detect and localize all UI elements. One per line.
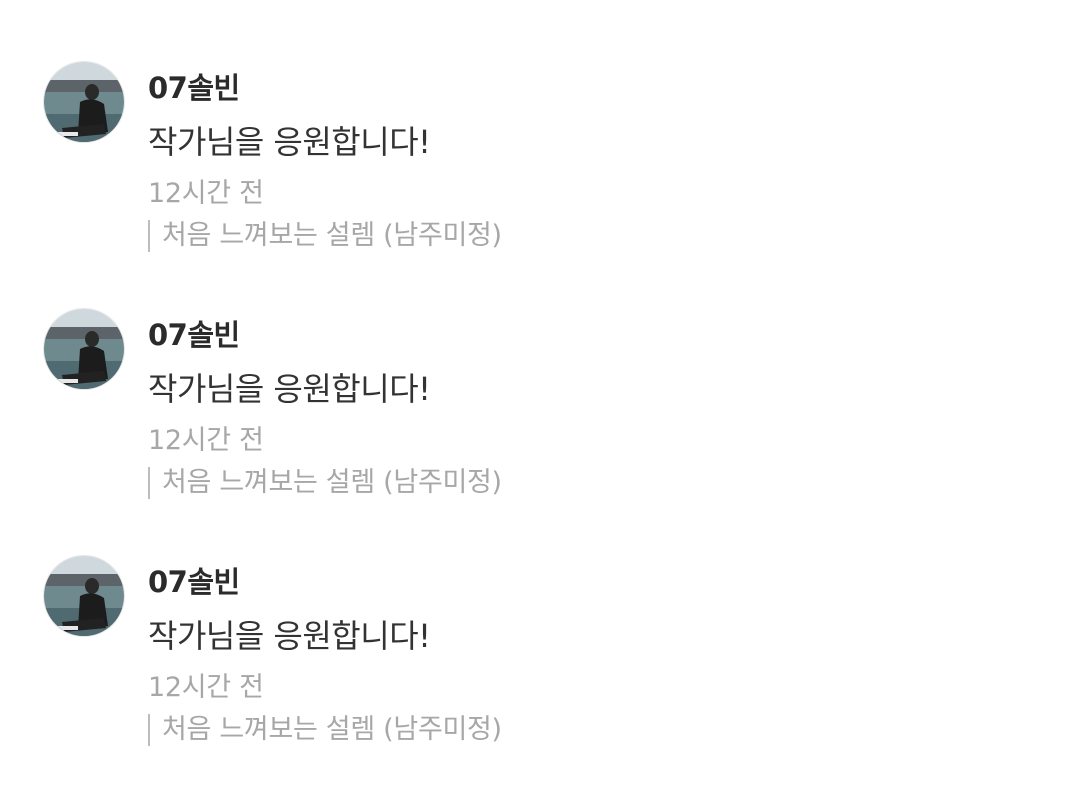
- comment-list: 07솔빈 작가님을 응원합니다! 12시간 전 처음 느껴보는 설렘 (남주미정…: [0, 0, 1080, 789]
- comment-item: 07솔빈 작가님을 응원합니다! 12시간 전 처음 느껴보는 설렘 (남주미정…: [0, 309, 1080, 549]
- user-photo-avatar-icon: [44, 309, 124, 389]
- comment-item: 07솔빈 작가님을 응원합니다! 12시간 전 처음 느껴보는 설렘 (남주미정…: [0, 62, 1080, 302]
- avatar[interactable]: [44, 309, 124, 389]
- comment-author[interactable]: 07솔빈: [148, 315, 240, 355]
- comment-source-link[interactable]: 처음 느껴보는 설렘 (남주미정): [148, 712, 502, 748]
- comment-text: 작가님을 응원합니다!: [148, 617, 431, 655]
- comment-author[interactable]: 07솔빈: [148, 562, 240, 602]
- user-photo-avatar-icon: [44, 556, 124, 636]
- avatar[interactable]: [44, 556, 124, 636]
- source-work-title: 처음 느껴보는 설렘 (남주미정): [162, 467, 502, 498]
- comment-item: 07솔빈 작가님을 응원합니다! 12시간 전 처음 느껴보는 설렘 (남주미정…: [0, 556, 1080, 796]
- comment-source-link[interactable]: 처음 느껴보는 설렘 (남주미정): [148, 465, 502, 501]
- comment-text: 작가님을 응원합니다!: [148, 370, 431, 408]
- source-divider: [148, 220, 150, 252]
- comment-timestamp: 12시간 전: [148, 425, 264, 456]
- comment-timestamp: 12시간 전: [148, 178, 264, 209]
- comment-timestamp: 12시간 전: [148, 672, 264, 703]
- source-divider: [148, 467, 150, 499]
- avatar[interactable]: [44, 62, 124, 142]
- source-work-title: 처음 느껴보는 설렘 (남주미정): [162, 714, 502, 745]
- comment-text: 작가님을 응원합니다!: [148, 123, 431, 161]
- user-photo-avatar-icon: [44, 62, 124, 142]
- comment-source-link[interactable]: 처음 느껴보는 설렘 (남주미정): [148, 218, 502, 254]
- source-divider: [148, 714, 150, 746]
- comment-author[interactable]: 07솔빈: [148, 68, 240, 108]
- source-work-title: 처음 느껴보는 설렘 (남주미정): [162, 220, 502, 251]
